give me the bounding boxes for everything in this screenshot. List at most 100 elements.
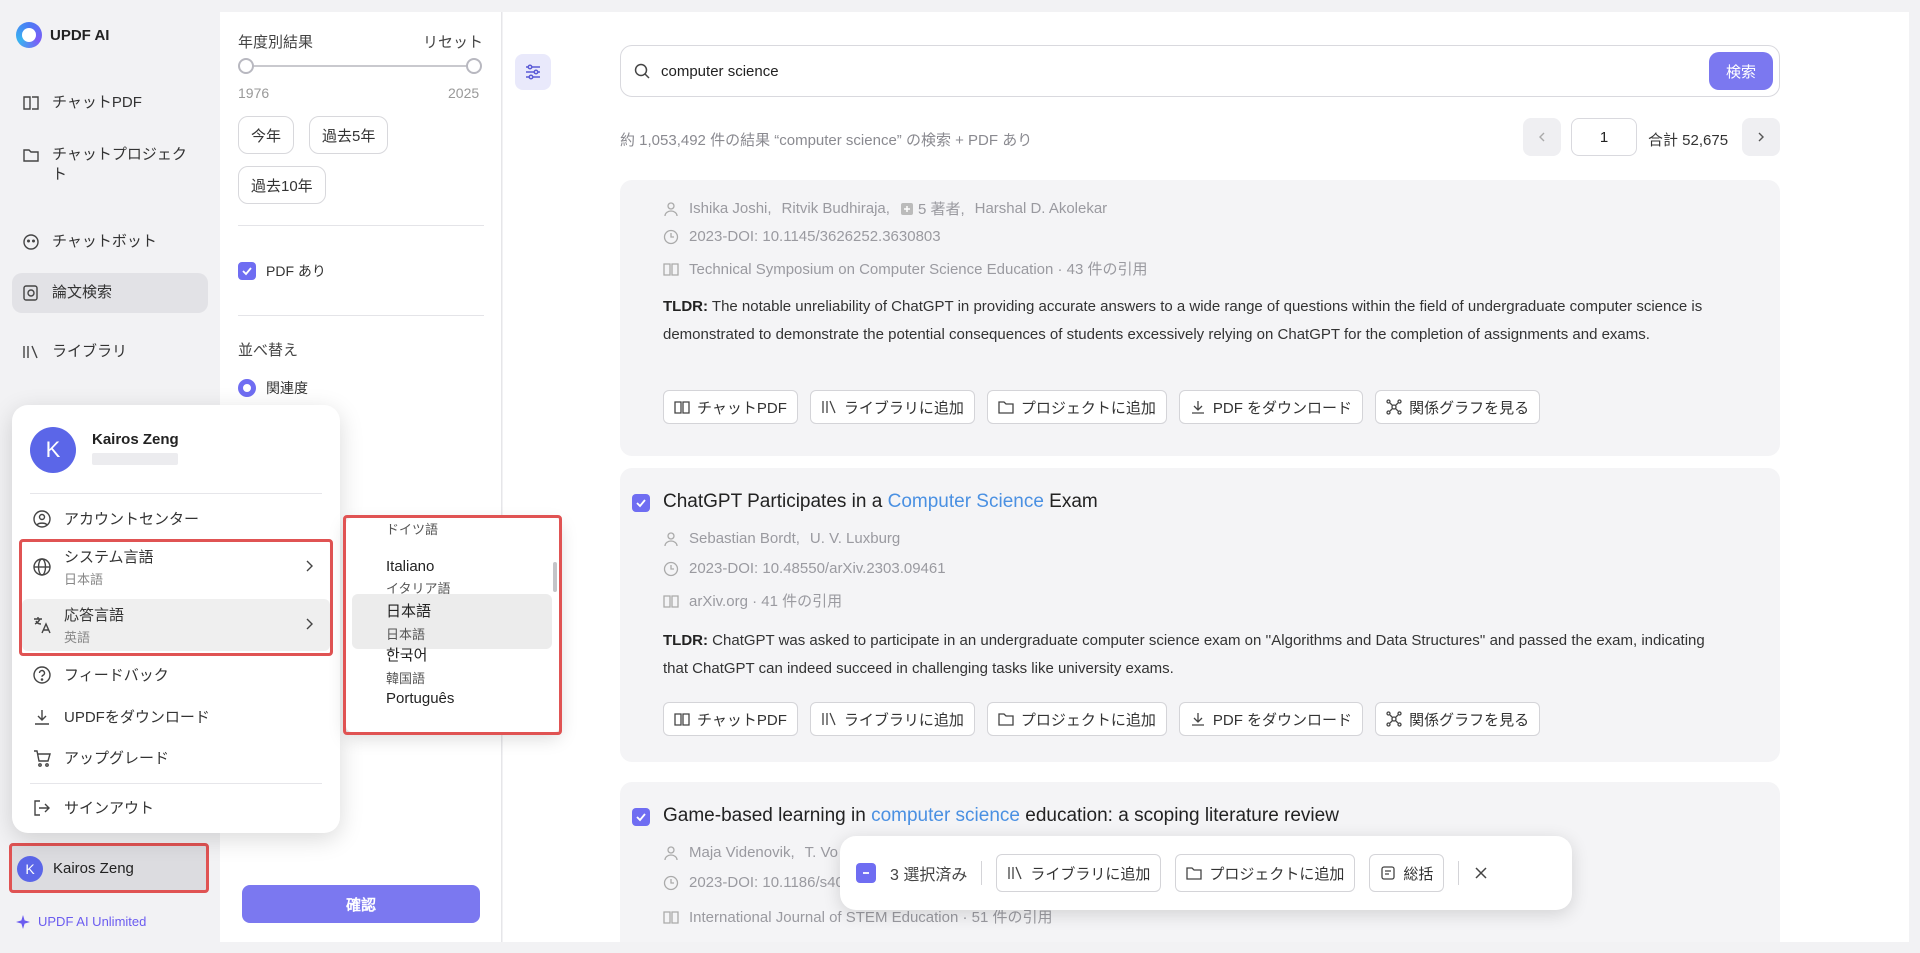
user-circle-icon (33, 509, 51, 528)
filter-toggle-button[interactable] (515, 54, 551, 90)
more-authors[interactable]: 5 著者, (900, 198, 965, 219)
translate-icon (34, 617, 51, 634)
plan-badge[interactable]: UPDF AI Unlimited (16, 914, 146, 929)
result-title[interactable]: ChatGPT Participates in a Computer Scien… (663, 491, 1098, 513)
sidebar-item-paper-search[interactable]: 論文検索 (12, 273, 208, 313)
page-number-input[interactable]: 1 (1571, 118, 1637, 156)
chip-past-5-years[interactable]: 過去5年 (309, 116, 389, 154)
bulk-add-project-button[interactable]: プロジェクトに追加 (1175, 854, 1356, 892)
relation-graph-button[interactable]: 関係グラフを見る (1375, 390, 1541, 424)
chip-this-year[interactable]: 今年 (238, 116, 295, 154)
divider (30, 783, 322, 784)
summary-icon (1381, 866, 1396, 880)
search-input[interactable] (661, 62, 1709, 80)
account-menu: K Kairos Zeng アカウントセンター システム言語 日本語 応答言語 英語… (12, 405, 340, 833)
clock-icon (663, 875, 679, 890)
clock-icon (663, 229, 679, 244)
book-icon (663, 910, 679, 924)
sliders-icon (526, 64, 540, 80)
confirm-button[interactable]: 確認 (242, 885, 480, 923)
divider (30, 493, 322, 494)
summary-button[interactable]: 総括 (1369, 854, 1445, 892)
sign-out-item[interactable]: サインアウト (32, 797, 322, 818)
sparkle-icon (16, 914, 30, 929)
result-tldr: TLDR: ChatGPT was asked to participate i… (663, 632, 1705, 677)
reset-link[interactable]: リセット (423, 31, 483, 52)
checkbox-checked-icon[interactable] (238, 262, 256, 280)
next-page-button[interactable] (1742, 118, 1780, 156)
book-plus-icon (674, 713, 690, 726)
sidebar-item-chatbot[interactable]: チャットボット (12, 222, 208, 262)
account-name: Kairos Zeng (92, 431, 179, 448)
result-actions: チャットPDF ライブラリに追加 プロジェクトに追加 PDF をダウンロード 関… (663, 702, 1541, 736)
result-authors: Maja Videnovik, T. Vo (663, 844, 838, 861)
cart-icon (34, 749, 51, 767)
result-actions: チャットPDF ライブラリに追加 プロジェクトに追加 PDF をダウンロード 関… (663, 390, 1541, 424)
account-center-item[interactable]: アカウントセンター (32, 508, 322, 529)
person-icon (664, 845, 678, 860)
chat-pdf-button[interactable]: チャットPDF (663, 390, 798, 424)
language-option-german[interactable]: ドイツ語 (352, 518, 552, 544)
bot-icon (23, 234, 39, 250)
chevron-right-icon (306, 560, 313, 572)
result-venue: Technical Symposium on Computer Science … (663, 258, 1148, 279)
selected-count: 3 選択済み (890, 867, 968, 884)
person-icon (664, 531, 678, 546)
help-circle-icon (33, 665, 51, 684)
add-to-project-button[interactable]: プロジェクトに追加 (986, 702, 1167, 736)
language-option-portuguese[interactable]: Português (352, 684, 552, 716)
chat-pdf-button[interactable]: チャットPDF (663, 702, 798, 736)
app-name: UPDF AI (50, 26, 110, 44)
download-updf-item[interactable]: UPDFをダウンロード (32, 706, 322, 727)
chip-past-10-years[interactable]: 過去10年 (238, 166, 326, 204)
search-bar: 検索 (620, 45, 1780, 97)
sidebar-item-chat-project[interactable]: チャットプロジェクト (12, 135, 208, 195)
folder-plus-icon (1186, 867, 1203, 880)
chevron-right-icon (306, 618, 313, 630)
results-summary: 約 1,053,492 件の結果 “computer science” の検索 … (620, 132, 1033, 149)
download-pdf-button[interactable]: PDF をダウンロード (1178, 390, 1364, 424)
sidebar-item-library[interactable]: ライブラリ (12, 332, 208, 372)
result-authors: Ishika Joshi, Ritvik Budhiraja, 5 著者, Ha… (663, 198, 1107, 219)
sidebar-item-chat-pdf[interactable]: チャットPDF (12, 83, 208, 123)
system-language-item[interactable]: システム言語 日本語 (22, 541, 330, 593)
add-to-library-button[interactable]: ライブラリに追加 (809, 702, 975, 736)
app-logo[interactable]: UPDF AI (16, 22, 109, 48)
submenu-scrollbar[interactable] (553, 562, 557, 592)
year-min-label: 1976 (238, 85, 270, 101)
year-range-max-handle[interactable] (466, 58, 482, 74)
result-title[interactable]: Game-based learning in computer science … (663, 805, 1339, 827)
updf-logo-icon (16, 22, 42, 48)
result-venue: arXiv.org · 41 件の引用 (663, 590, 842, 611)
upgrade-item[interactable]: アップグレード (32, 747, 322, 768)
library-icon (23, 345, 38, 359)
download-icon (35, 709, 49, 725)
add-to-project-button[interactable]: プロジェクトに追加 (986, 390, 1167, 424)
page-total: 合計 52,675 (1648, 132, 1729, 149)
user-chip[interactable]: K Kairos Zeng (9, 845, 208, 892)
relation-graph-button[interactable]: 関係グラフを見る (1375, 702, 1541, 736)
radio-selected-icon[interactable] (238, 379, 256, 397)
year-range-min-handle[interactable] (238, 58, 254, 74)
download-pdf-button[interactable]: PDF をダウンロード (1178, 702, 1364, 736)
result-checkbox[interactable] (632, 494, 650, 512)
close-icon[interactable] (1473, 865, 1489, 881)
bulk-add-library-button[interactable]: ライブラリに追加 (996, 854, 1162, 892)
download-icon (1191, 401, 1204, 414)
divider (238, 225, 484, 226)
add-to-library-button[interactable]: ライブラリに追加 (809, 390, 975, 424)
chevron-left-icon (1539, 132, 1545, 142)
deselect-all-checkbox[interactable] (856, 863, 876, 883)
search-refresh-icon (634, 63, 650, 79)
chevron-right-icon (1758, 132, 1764, 142)
feedback-item[interactable]: フィードバック (32, 664, 322, 685)
response-language-item[interactable]: 応答言語 英語 (22, 599, 330, 651)
prev-page-button[interactable] (1523, 118, 1561, 156)
book-plus-icon (23, 96, 39, 110)
library-icon (822, 400, 836, 414)
result-tldr: TLDR: The notable unreliability of ChatG… (663, 298, 1703, 343)
result-checkbox[interactable] (632, 808, 650, 826)
pdf-filter[interactable]: PDF あり (238, 261, 326, 281)
search-button[interactable]: 検索 (1709, 52, 1773, 90)
sort-option-relevance[interactable]: 関連度 (238, 378, 308, 398)
